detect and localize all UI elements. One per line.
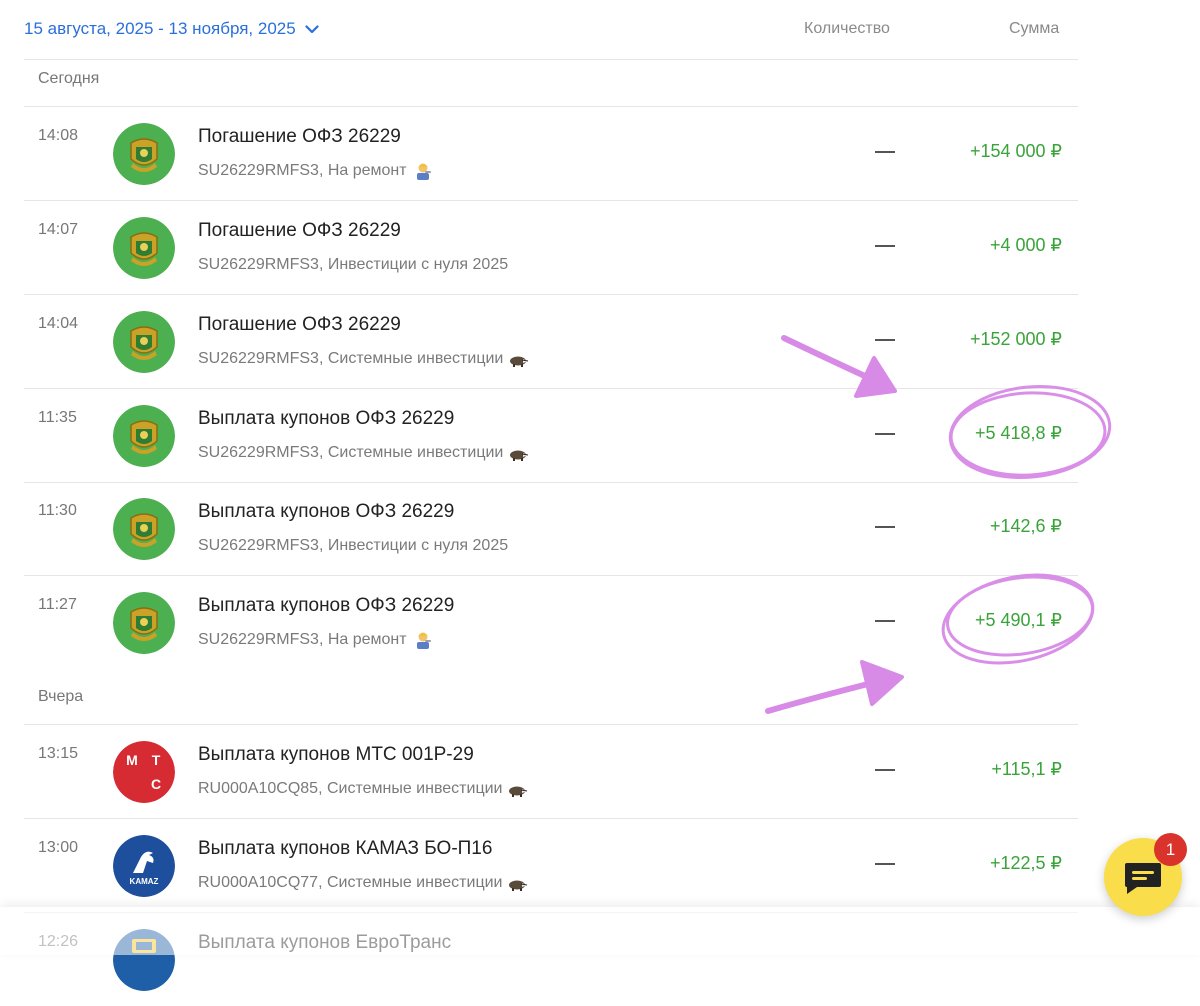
- operation-row[interactable]: 13:15 М Т С Выплата купонов МТС 001P-29 …: [24, 725, 1078, 819]
- mechanic-emoji: [416, 163, 431, 180]
- operation-amount: +5 418,8 ₽: [974, 423, 1062, 443]
- operation-time: 13:00: [38, 839, 79, 856]
- badger-emoji: [510, 356, 529, 367]
- operation-quantity-dash: [875, 863, 895, 865]
- operation-row[interactable]: 14:08 Погашение ОФЗ 26229 SU26229RMFS3, …: [24, 107, 1078, 201]
- operation-title: Погашение ОФЗ 26229: [198, 220, 401, 241]
- operation-time: 14:04: [38, 315, 79, 332]
- operation-amount: +142,6 ₽: [989, 516, 1062, 536]
- mts-logo-letter: М: [126, 752, 138, 768]
- operation-quantity-dash: [875, 339, 895, 341]
- notification-badge: 1: [1154, 833, 1187, 866]
- operation-title: Выплата купонов ОФЗ 26229: [198, 408, 455, 429]
- operation-row[interactable]: 14:07 Погашение ОФЗ 26229 SU26229RMFS3, …: [24, 201, 1078, 295]
- operation-row[interactable]: 12:26 Выплата купонов ЕвроТранс: [24, 913, 1078, 1006]
- operation-title: Выплата купонов ОФЗ 26229: [198, 595, 455, 616]
- operation-subtitle: RU000A10CQ85, Системные инвестиции: [198, 780, 528, 798]
- column-header-sum: Сумма: [1009, 20, 1060, 37]
- ofz-coat-of-arms-icon: [113, 498, 175, 560]
- operation-quantity-dash: [875, 433, 895, 435]
- period-selector[interactable]: 15 августа, 2025 - 13 ноября, 2025: [24, 19, 319, 39]
- operation-amount: +115,1 ₽: [991, 759, 1062, 779]
- operation-amount: +152 000 ₽: [969, 329, 1062, 349]
- section-yesterday: Вчера: [24, 678, 1078, 725]
- operation-title: Выплата купонов ЕвроТранс: [198, 932, 452, 953]
- mechanic-emoji: [416, 632, 431, 649]
- ofz-coat-of-arms-icon: [113, 592, 175, 654]
- mts-logo-letter: Т: [152, 752, 161, 768]
- ofz-coat-of-arms-icon: [113, 405, 175, 467]
- operation-row[interactable]: 14:04 Погашение ОФЗ 26229 SU26229RMFS3, …: [24, 295, 1078, 389]
- operation-quantity-dash: [875, 245, 895, 247]
- ofz-coat-of-arms-icon: [113, 123, 175, 185]
- chat-icon: [1125, 863, 1161, 894]
- badger-emoji: [509, 786, 528, 797]
- section-today: Сегодня: [24, 60, 1078, 107]
- operation-subtitle: SU26229RMFS3, Системные инвестиции: [198, 444, 529, 462]
- operation-time: 12:26: [38, 933, 79, 950]
- operation-time: 14:07: [38, 221, 79, 238]
- mts-logo-icon: М Т С: [113, 741, 175, 803]
- mts-logo-letter: С: [151, 776, 161, 792]
- operation-amount: +154 000 ₽: [969, 141, 1062, 161]
- section-label: Сегодня: [38, 70, 100, 87]
- operations-header: 15 августа, 2025 - 13 ноября, 2025 Колич…: [24, 0, 1078, 60]
- chevron-down-icon: [305, 24, 319, 33]
- operation-subtitle: SU26229RMFS3, Инвестиции с нуля 2025: [198, 256, 509, 273]
- ofz-coat-of-arms-icon: [113, 311, 175, 373]
- section-label: Вчера: [38, 688, 84, 705]
- kamaz-logo-text: KAMAZ: [130, 877, 159, 886]
- operation-subtitle: SU26229RMFS3, На ремонт: [198, 162, 433, 180]
- operation-subtitle: SU26229RMFS3, На ремонт: [198, 631, 433, 649]
- operation-title: Выплата купонов КАМАЗ БО-П16: [198, 838, 493, 859]
- operation-row[interactable]: 11:30 Выплата купонов ОФЗ 26229 SU26229R…: [24, 482, 1078, 576]
- operation-quantity-dash: [875, 151, 895, 153]
- operation-subtitle: SU26229RMFS3, Инвестиции с нуля 2025: [198, 537, 509, 554]
- operation-row[interactable]: 13:00 KAMAZ Выплата купонов КАМАЗ БО-П16…: [24, 819, 1078, 913]
- column-header-quantity: Количество: [804, 20, 890, 37]
- period-label: 15 августа, 2025 - 13 ноября, 2025: [24, 19, 296, 38]
- operation-row[interactable]: 11:35 Выплата купонов ОФЗ 26229 SU26229R…: [24, 389, 1078, 483]
- operation-amount: +5 490,1 ₽: [974, 610, 1062, 630]
- operation-title: Выплата купонов МТС 001P-29: [198, 744, 474, 765]
- operation-title: Выплата купонов ОФЗ 26229: [198, 501, 455, 522]
- operation-quantity-dash: [875, 769, 895, 771]
- operation-time: 11:27: [38, 596, 77, 613]
- operation-subtitle: RU000A10CQ77, Системные инвестиции: [198, 874, 528, 892]
- operation-title: Погашение ОФЗ 26229: [198, 314, 401, 335]
- operation-quantity-dash: [875, 620, 895, 622]
- ofz-coat-of-arms-icon: [113, 217, 175, 279]
- badger-emoji: [510, 450, 529, 461]
- kamaz-logo-icon: KAMAZ: [113, 835, 175, 897]
- operation-row[interactable]: 11:27 Выплата купонов ОФЗ 26229 SU26229R…: [24, 576, 1078, 669]
- eurotrans-logo-icon: [113, 929, 175, 991]
- operation-amount: +122,5 ₽: [989, 853, 1062, 873]
- operation-subtitle: SU26229RMFS3, Системные инвестиции: [198, 350, 529, 368]
- operation-time: 11:30: [38, 502, 77, 519]
- operation-time: 11:35: [38, 409, 77, 426]
- operation-quantity-dash: [875, 526, 895, 528]
- operation-title: Погашение ОФЗ 26229: [198, 126, 401, 147]
- badger-emoji: [509, 880, 528, 891]
- operation-time: 14:08: [38, 127, 79, 144]
- operation-time: 13:15: [38, 745, 79, 762]
- operation-amount: +4 000 ₽: [989, 235, 1062, 255]
